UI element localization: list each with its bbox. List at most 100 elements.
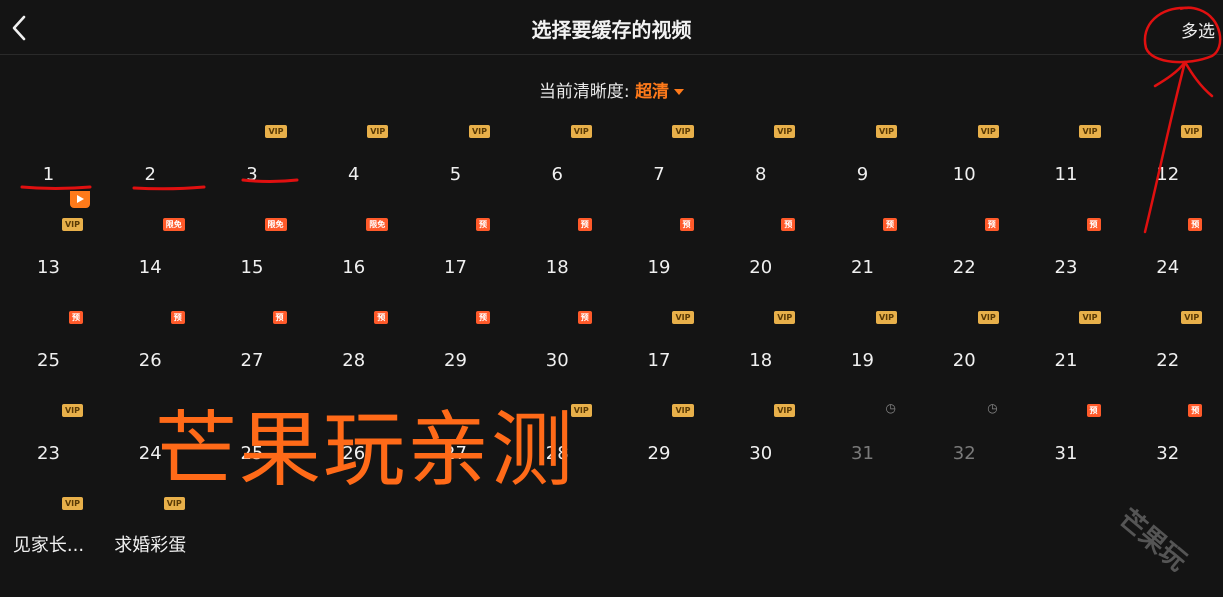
vip-badge: VIP [977,125,999,138]
episode-label: 16 [342,257,366,278]
preview-badge: 预 [679,218,694,231]
preview-badge: 预 [374,311,389,324]
vip-badge: VIP [265,125,287,138]
episode-label: 31 [1054,443,1078,464]
episode-label: 2 [144,164,156,185]
episode-item[interactable]: 预 20 [710,218,811,278]
episode-label: 32 [1156,443,1180,464]
episode-item[interactable]: 预 26 [100,311,201,371]
free-limited-badge: 限免 [162,218,185,231]
episode-item[interactable]: VIP 21 [1016,311,1117,371]
episode-item[interactable]: VIP 见家长... [0,497,99,557]
episode-item[interactable]: VIP 9 [812,125,913,185]
vip-badge: VIP [672,404,694,417]
clock-icon: ◷ [885,401,896,415]
episode-label: 29 [444,350,467,371]
vip-badge: VIP [367,125,389,138]
vip-badge: VIP [977,311,999,324]
episode-item[interactable]: VIP 10 [914,125,1015,185]
episode-item[interactable]: 预 28 [303,311,404,371]
episode-item[interactable]: 预 29 [405,311,506,371]
episode-item[interactable]: 预 23 [1016,218,1117,278]
episode-item[interactable]: VIP 5 [405,125,506,185]
episode-item[interactable]: VIP 6 [507,125,608,185]
episode-label: 21 [1054,350,1078,371]
episode-label: 17 [444,257,467,278]
episode-item[interactable]: VIP 求婚彩蛋 [100,497,201,557]
episode-label: 1 [42,164,55,185]
episode-item[interactable]: ◷ 31 [812,401,913,465]
preview-badge: 预 [69,311,83,324]
episode-item[interactable]: VIP 23 [0,404,99,464]
episode-label: 27 [240,350,264,371]
vip-badge: VIP [672,311,694,324]
vip-badge: VIP [774,311,796,324]
episode-label: 26 [138,350,162,371]
episode-item[interactable]: VIP 19 [812,311,913,371]
episode-item[interactable]: 预 22 [914,218,1015,278]
vip-badge: VIP [570,125,592,138]
episode-label: 9 [856,164,869,185]
episode-label: 13 [37,257,60,278]
episode-item[interactable]: 限免 15 [202,218,303,278]
episode-item[interactable]: 限免 16 [303,218,404,278]
episode-item[interactable]: VIP 13 [0,218,99,278]
preview-badge: 预 [577,218,592,231]
episode-label: 12 [1156,164,1180,185]
preview-badge: 预 [781,218,796,231]
episode-item[interactable]: VIP 7 [609,125,710,185]
episode-label: 18 [749,350,773,371]
preview-badge: 预 [883,218,897,231]
episode-item[interactable]: VIP 17 [609,311,710,371]
episode-label: 14 [138,257,162,278]
episode-item[interactable]: VIP 12 [1117,125,1218,185]
episode-item[interactable]: VIP 22 [1117,311,1218,371]
preview-badge: 预 [476,218,490,231]
episode-item[interactable]: VIP 20 [914,311,1015,371]
episode-item[interactable]: 预 25 [0,311,99,371]
free-limited-badge: 限免 [366,218,389,231]
episode-item[interactable]: 限免 14 [100,218,201,278]
episode-label: 10 [952,164,976,185]
episode-label: 7 [653,164,665,185]
episode-label: 20 [749,257,773,278]
episode-label: 4 [348,164,360,185]
episode-item[interactable]: 预 17 [405,218,506,278]
vip-badge: VIP [1079,125,1101,138]
episode-item[interactable]: 1 [0,125,99,185]
episode-item[interactable]: VIP 4 [303,125,404,185]
preview-badge: 预 [1188,218,1203,231]
episode-item[interactable]: 预 21 [812,218,913,278]
episode-item[interactable]: VIP 8 [710,125,811,185]
episode-label: 8 [755,164,767,185]
episode-item[interactable]: 预 19 [609,218,710,278]
episode-item[interactable]: 预 32 [1117,404,1218,464]
episode-label: 29 [647,443,671,464]
episode-item[interactable]: 2 [100,125,201,185]
episode-item[interactable]: VIP 30 [710,404,811,464]
vip-badge: VIP [61,404,83,417]
episode-item[interactable]: 预 30 [507,311,608,371]
vip-badge: VIP [875,311,897,324]
episode-label: 5 [449,164,462,185]
vip-badge: VIP [468,125,490,138]
episode-label: 30 [545,350,569,371]
episode-item[interactable]: VIP 18 [710,311,811,371]
episode-item[interactable]: 预 31 [1016,404,1117,464]
episode-item[interactable]: VIP 11 [1016,125,1117,185]
episode-label: 22 [952,257,976,278]
episode-item[interactable]: 预 27 [202,311,303,371]
preview-badge: 预 [1188,404,1203,417]
preview-badge: 预 [577,311,592,324]
preview-badge: 预 [984,218,999,231]
episode-label: 32 [952,443,976,464]
episode-item[interactable]: VIP 3 [202,125,303,185]
vip-badge: VIP [774,404,796,417]
episode-item[interactable]: 预 24 [1117,218,1218,278]
episode-item[interactable]: VIP 29 [609,404,710,464]
episode-item[interactable]: 预 18 [507,218,608,278]
episode-label: 24 [1156,257,1180,278]
episode-item[interactable]: ◷ 32 [914,402,1015,465]
vip-badge: VIP [61,218,83,231]
episode-label: 25 [37,350,60,371]
